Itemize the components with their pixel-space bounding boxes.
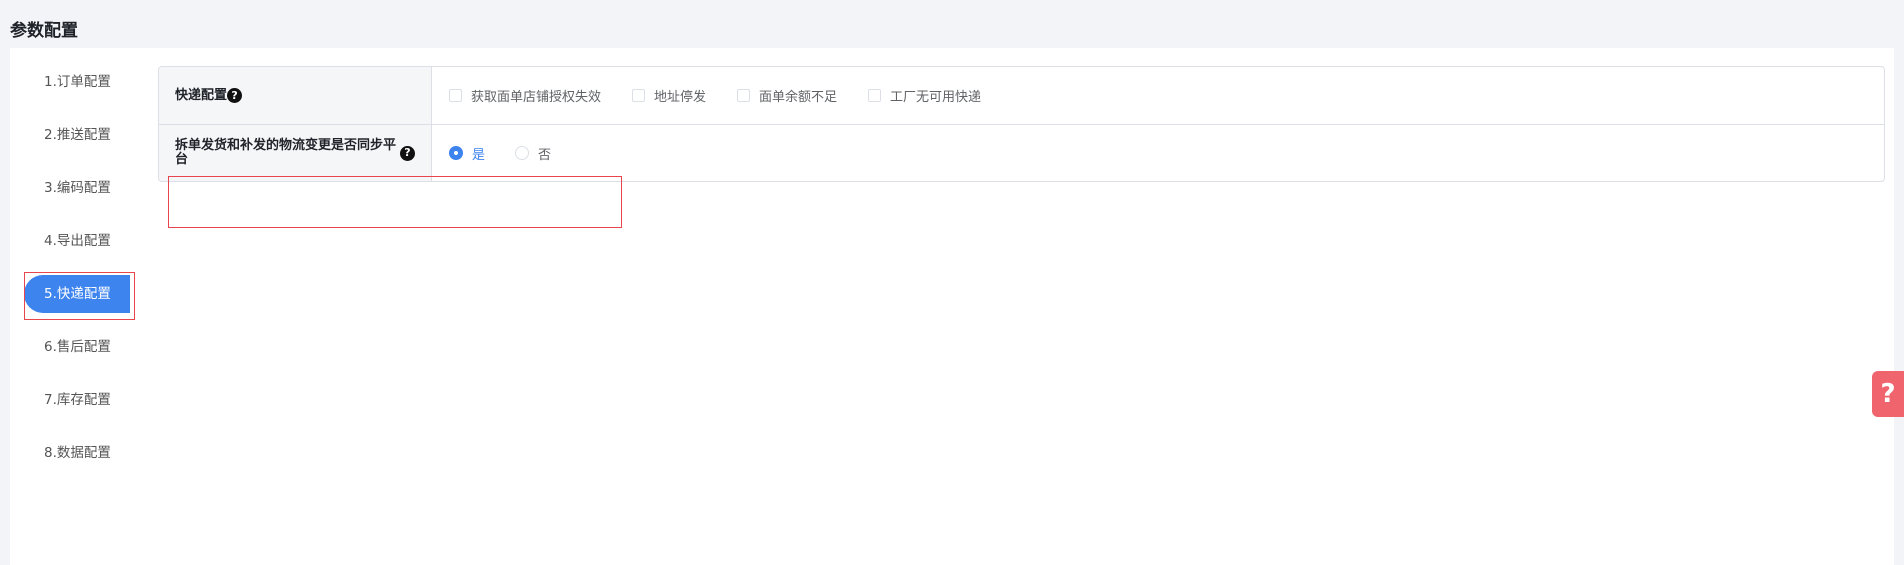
sidebar-item-aftersale[interactable]: 6.售后配置 [24,328,144,366]
sidebar-item-export[interactable]: 4.导出配置 [24,222,144,260]
radio-no[interactable]: 否 [515,144,551,163]
checkbox-no-express[interactable]: 工厂无可用快递 [868,86,981,105]
sidebar-item-order[interactable]: 1.订单配置 [24,63,144,101]
checkbox-shop-auth-expired[interactable]: 获取面单店铺授权失效 [449,86,601,105]
checkbox-box[interactable] [737,89,751,102]
question-circle-icon[interactable]: ? [400,145,415,161]
page-title: 参数配置 [10,21,78,41]
checkbox-insufficient-balance[interactable]: 面单余额不足 [737,86,837,105]
radio-label: 是 [472,147,486,163]
row-label-cell: 拆单发货和补发的物流变更是否同步平台 ? [159,125,432,181]
radio-circle[interactable] [449,146,463,160]
row-value-cell: 获取面单店铺授权失效 地址停发 面单余额不足 工厂无可用快递 [432,67,1884,124]
checkbox-label: 地址停发 [654,90,707,105]
checkbox-box[interactable] [632,89,646,102]
config-row-split-sync: 拆单发货和补发的物流变更是否同步平台 ? 是 否 [159,124,1884,181]
row-label-cell: 快递配置 ? [159,67,432,124]
checkbox-label: 工厂无可用快递 [890,90,982,105]
radio-yes[interactable]: 是 [449,144,485,163]
floating-help-button[interactable]: ? [1872,371,1904,417]
radio-circle[interactable] [515,146,530,160]
checkbox-box[interactable] [449,89,462,102]
checkbox-address-stopped[interactable]: 地址停发 [632,86,706,105]
checkbox-box[interactable] [868,89,882,102]
question-circle-icon[interactable]: ? [227,88,243,103]
radio-label: 否 [538,147,552,163]
config-row-express: 快递配置 ? 获取面单店铺授权失效 地址停发 面单余额不足 工厂无可用快递 [159,67,1884,124]
config-table: 快递配置 ? 获取面单店铺授权失效 地址停发 面单余额不足 工厂无可用快递 拆单… [158,66,1885,182]
sidebar-item-inventory[interactable]: 7.库存配置 [24,381,144,419]
sidebar-item-data[interactable]: 8.数据配置 [24,434,144,472]
question-mark-icon: ? [1880,379,1896,409]
active-nav-highlight [24,272,135,320]
sidebar-item-encoding[interactable]: 3.编码配置 [24,169,144,207]
row-label: 快递配置 [175,87,228,103]
checkbox-label: 面单余额不足 [759,90,838,105]
row-value-cell: 是 否 [432,125,1884,181]
checkbox-label: 获取面单店铺授权失效 [471,90,602,105]
sidebar-item-push[interactable]: 2.推送配置 [24,116,144,154]
main-card: 1.订单配置 2.推送配置 3.编码配置 4.导出配置 5.快递配置 6.售后配… [10,48,1894,565]
row-label: 拆单发货和补发的物流变更是否同步平台 [175,138,397,167]
row-highlight [168,176,622,228]
